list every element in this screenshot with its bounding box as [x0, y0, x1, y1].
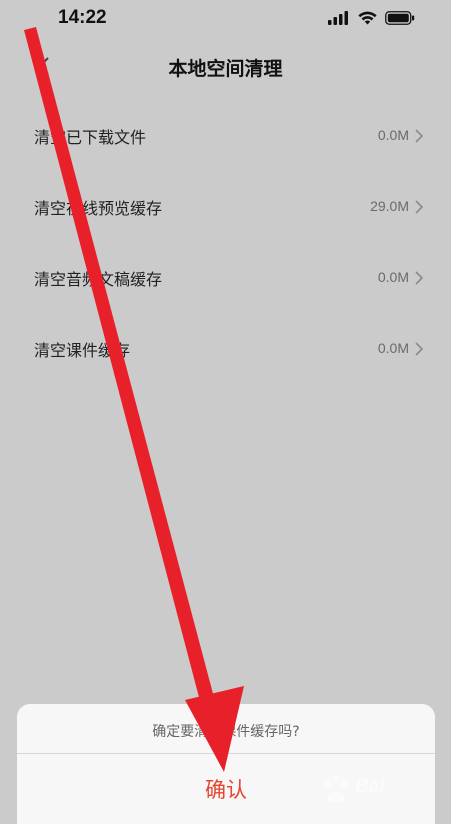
chevron-right-icon	[415, 342, 424, 356]
signal-icon	[328, 11, 348, 25]
dialog-message: 确定要清空课件缓存吗?	[152, 724, 300, 740]
screen: 14:22 本地空间清理 清空已下载文件 0.0M 清空在线预览缓存 29.0M…	[0, 0, 451, 824]
chevron-right-icon	[415, 129, 424, 143]
item-size: 0.0M	[377, 340, 409, 356]
watermark: Bai	[319, 770, 429, 810]
item-size: 29.0M	[370, 198, 409, 214]
battery-icon	[385, 11, 415, 25]
item-size: 0.0M	[377, 127, 409, 143]
item-label: 清空在线预览缓存	[34, 199, 163, 218]
list-item-preview-cache[interactable]: 清空在线预览缓存 29.0M	[0, 171, 451, 242]
cache-list: 清空已下载文件 0.0M 清空在线预览缓存 29.0M 清空音频文稿缓存 0.0…	[0, 100, 451, 384]
item-label: 清空课件缓存	[34, 341, 131, 360]
status-time: 14:22	[58, 7, 107, 28]
item-label: 清空音频文稿缓存	[34, 270, 163, 289]
paw-icon	[324, 774, 348, 802]
list-item-courseware-cache[interactable]: 清空课件缓存 0.0M	[0, 313, 451, 384]
item-size: 0.0M	[377, 269, 409, 285]
list-item-audio-transcript-cache[interactable]: 清空音频文稿缓存 0.0M	[0, 242, 451, 313]
list-item-downloaded-files[interactable]: 清空已下载文件 0.0M	[0, 100, 451, 171]
status-icons	[328, 9, 415, 27]
chevron-right-icon	[415, 200, 424, 214]
status-bar: 14:22	[0, 0, 451, 36]
wifi-icon	[358, 11, 377, 25]
page-title: 本地空间清理	[168, 58, 283, 80]
chevron-right-icon	[415, 271, 424, 285]
nav-bar: 本地空间清理	[0, 40, 451, 92]
watermark-text: Bai	[355, 776, 385, 797]
item-label: 清空已下载文件	[34, 128, 147, 147]
